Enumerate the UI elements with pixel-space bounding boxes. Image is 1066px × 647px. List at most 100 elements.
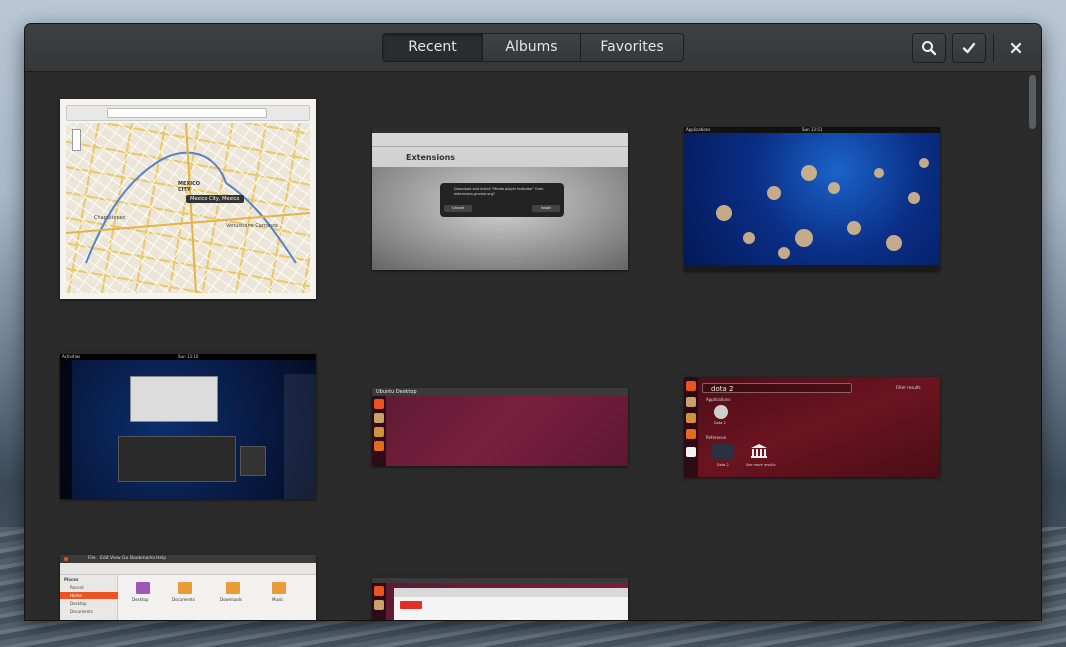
folder-icon	[178, 582, 192, 594]
map-view: MEXICO CITY Mexico City, Mexico Chapulte…	[66, 123, 310, 293]
panel-title: Ubuntu Desktop	[376, 389, 417, 395]
close-dot	[64, 557, 68, 561]
window-preview	[118, 436, 236, 482]
launcher-icon	[374, 586, 384, 596]
close-button[interactable]	[1001, 34, 1031, 62]
menu-item: Bookmarks	[130, 556, 156, 561]
launcher-icon	[686, 381, 696, 391]
museum-icon	[750, 443, 768, 459]
photo-thumbnail[interactable]	[372, 578, 628, 620]
scrollbar[interactable]	[1025, 72, 1041, 620]
folder-label: Music	[272, 597, 284, 602]
section-label: Reference	[706, 435, 727, 440]
window-preview	[240, 446, 266, 476]
tab-albums[interactable]: Albums	[483, 34, 581, 61]
menu-item: Edit	[100, 556, 109, 561]
panel-clock: Sun 13:10	[178, 354, 199, 359]
sidebar-item: Recent	[70, 585, 84, 590]
dash	[60, 360, 72, 499]
menu-item: File	[88, 556, 96, 561]
steam-icon	[714, 405, 728, 419]
menu-item: Go	[122, 556, 129, 561]
section-label: Applications	[706, 397, 731, 402]
route-lines	[66, 123, 310, 293]
top-panel: Activities Sun 13:10	[60, 354, 316, 360]
search-icon	[922, 41, 937, 56]
launcher-icon	[374, 413, 384, 423]
tab-favorites[interactable]: Favorites	[581, 34, 683, 61]
places-sidebar: Places Recent Home Desktop Documents	[60, 575, 118, 620]
launcher-icon	[686, 429, 696, 439]
place-label: Venustiano Carranza	[226, 223, 278, 229]
folder-label: Documents	[172, 597, 195, 602]
cancel-button: Cancel	[444, 205, 472, 212]
photo-thumbnail[interactable]: Extensions Download and install "Media p…	[372, 127, 628, 270]
location-tooltip: Mexico City, Mexico	[186, 195, 244, 203]
jellyfish-wallpaper	[716, 158, 929, 259]
photo-grid: MEXICO CITY Mexico City, Mexico Chapulte…	[25, 72, 1025, 620]
dash-search: dota 2	[702, 383, 852, 393]
close-icon	[1010, 42, 1022, 54]
sidebar-title: Places	[64, 577, 79, 582]
result-label: See more results	[746, 463, 776, 467]
folder-icon	[136, 582, 150, 594]
search-query: dota 2	[711, 385, 734, 393]
sidebar-item: Home	[70, 593, 82, 598]
top-panel	[372, 578, 628, 583]
photo-thumbnail[interactable]: Ubuntu Desktop	[372, 388, 628, 466]
header-separator	[993, 34, 994, 62]
photo-thumbnail[interactable]: File Edit View Go Bookmarks Help Places …	[60, 555, 316, 620]
folder-label: Desktop	[132, 597, 149, 602]
photo-thumbnail[interactable]: MEXICO CITY Mexico City, Mexico Chapulte…	[60, 99, 316, 299]
launcher-icon	[686, 447, 696, 457]
menu-item: View	[110, 556, 121, 561]
sidebar-selection	[60, 592, 118, 599]
menu-item: Help	[156, 556, 167, 561]
files-toolbar	[60, 563, 316, 575]
launcher-icon	[374, 399, 384, 409]
select-button[interactable]	[952, 33, 986, 63]
view-switcher: Recent Albums Favorites	[382, 33, 684, 62]
folder-label: Downloads	[220, 597, 242, 602]
dialog-text: Download and install "Media player indic…	[454, 187, 544, 196]
map-search-input	[107, 108, 267, 118]
launcher-icon	[686, 413, 696, 423]
install-button: Install	[532, 205, 560, 212]
sidebar-item: Desktop	[70, 601, 87, 606]
workspace-column	[284, 374, 316, 499]
folder-icon	[226, 582, 240, 594]
browser-toolbar	[372, 133, 628, 147]
launcher-icon	[686, 397, 696, 407]
launcher-icon	[374, 427, 384, 437]
sidebar-item: Documents	[70, 609, 93, 614]
place-label: Chapultepec	[94, 215, 126, 221]
launcher	[372, 396, 386, 466]
photo-thumbnail[interactable]: dota 2 Filter results Applications Dota …	[684, 377, 940, 477]
filter-results: Filter results	[896, 385, 921, 390]
youtube-logo	[400, 601, 422, 609]
photo-thumbnail[interactable]: Activities Sun 13:10	[60, 354, 316, 499]
bottom-panel	[684, 265, 940, 271]
result-label: Dota 2	[714, 421, 726, 425]
launcher-icon	[374, 441, 384, 451]
tab-recent[interactable]: Recent	[383, 34, 483, 61]
header-bar: Recent Albums Favorites	[25, 24, 1041, 72]
map-toolbar	[66, 105, 310, 121]
reference-thumb	[712, 443, 734, 459]
launcher-icon	[374, 600, 384, 610]
browser-window	[394, 588, 628, 620]
launcher	[684, 377, 698, 477]
zoom-control	[72, 129, 81, 151]
menu-bar: File Edit View Go Bookmarks Help	[60, 555, 316, 563]
window-preview	[130, 376, 218, 422]
top-panel: Ubuntu Desktop	[372, 388, 628, 396]
photo-thumbnail[interactable]: Applications Sun 13:51	[684, 127, 940, 271]
scrollbar-thumb[interactable]	[1029, 75, 1036, 129]
browser-toolbar	[394, 588, 628, 597]
search-button[interactable]	[912, 33, 946, 63]
photos-window: Recent Albums Favorites MEXICO CITY Mexi…	[25, 24, 1041, 620]
install-dialog: Download and install "Media player indic…	[440, 183, 564, 217]
checkmark-icon	[962, 42, 976, 54]
launcher	[372, 583, 386, 620]
site-title: Extensions	[406, 153, 456, 162]
